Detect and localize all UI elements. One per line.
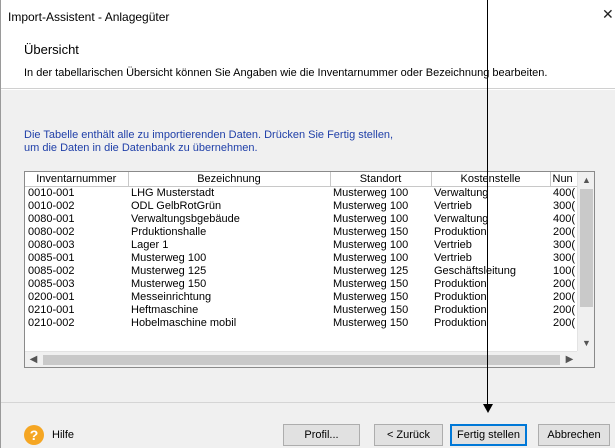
table-cell[interactable]: Lager 1	[128, 239, 330, 252]
table-cell[interactable]: Musterweg 125	[128, 265, 330, 278]
table-cell[interactable]: Musterweg 150	[330, 278, 431, 291]
scroll-right-icon[interactable]: ▶	[561, 352, 578, 367]
info-line-2: um die Daten in die Datenbank zu überneh…	[24, 142, 258, 154]
table-cell[interactable]: Vertrieb	[431, 239, 550, 252]
table-cell[interactable]: 0210-002	[25, 317, 128, 330]
table-cell[interactable]: Musterweg 100	[330, 200, 431, 213]
table-row[interactable]: 0200-001 Messeinrichtung Musterweg 150 Prod…	[25, 291, 594, 304]
help-icon[interactable]: ?	[24, 425, 44, 445]
table-cell[interactable]: 0085-003	[25, 278, 128, 291]
page-title: Übersicht	[24, 42, 79, 57]
table-cell[interactable]: Musterweg 150	[330, 317, 431, 330]
data-grid[interactable]: Inventarnummer Bezeichnung Standort Kost…	[24, 171, 595, 368]
table-row[interactable]: 0085-001 Musterweg 100 Musterweg 100 Vertri…	[25, 252, 594, 265]
horizontal-scrollbar[interactable]: ◀ ▶	[25, 351, 578, 367]
table-cell[interactable]: 0010-001	[25, 186, 128, 200]
table-row[interactable]: 0080-001 Verwaltungsbgebäude Musterweg 100…	[25, 213, 594, 226]
table-cell[interactable]: Produktion	[431, 226, 550, 239]
table-cell[interactable]: Musterweg 100	[128, 252, 330, 265]
table-cell[interactable]: 0010-002	[25, 200, 128, 213]
column-header-kostenstelle[interactable]: Kostenstelle	[431, 172, 551, 187]
column-header-standort[interactable]: Standort	[330, 172, 432, 187]
profil-button[interactable]: Profil...	[283, 424, 360, 446]
table-cell[interactable]: Musterweg 150	[330, 291, 431, 304]
scrollbar-corner	[577, 351, 594, 367]
vertical-scroll-thumb[interactable]	[580, 189, 593, 307]
table-row[interactable]: 0085-002 Musterweg 125 Musterweg 125 Geschä…	[25, 265, 594, 278]
table-header-row: Inventarnummer Bezeichnung Standort Kost…	[25, 172, 594, 187]
column-header-inventarnummer[interactable]: Inventarnummer	[25, 172, 129, 187]
table-cell[interactable]: 0080-002	[25, 226, 128, 239]
table-cell[interactable]: Produktion	[431, 304, 550, 317]
table-row[interactable]: 0010-001 LHG Musterstadt Musterweg 100 Verw…	[25, 186, 594, 200]
table-cell[interactable]: 0085-002	[25, 265, 128, 278]
table-cell[interactable]: Messeinrichtung	[128, 291, 330, 304]
table-cell[interactable]: Musterweg 150	[330, 304, 431, 317]
table-cell[interactable]: 0080-001	[25, 213, 128, 226]
table-row[interactable]: 0210-001 Heftmaschine Musterweg 150 Produkt…	[25, 304, 594, 317]
annotation-arrow-line	[487, 0, 488, 405]
table-cell[interactable]: Hobelmaschine mobil	[128, 317, 330, 330]
table-cell[interactable]: 0085-001	[25, 252, 128, 265]
table-cell[interactable]: Produktion	[431, 317, 550, 330]
table-cell[interactable]: 0210-001	[25, 304, 128, 317]
table-cell[interactable]: Musterweg 150	[128, 278, 330, 291]
cancel-button[interactable]: Abbrechen	[538, 424, 610, 446]
help-label[interactable]: Hilfe	[52, 429, 74, 441]
wizard-body: Die Tabelle enthält alle zu importierend…	[1, 90, 615, 402]
table-cell[interactable]: Musterweg 150	[330, 226, 431, 239]
vertical-scrollbar[interactable]: ▲ ▼	[577, 172, 594, 352]
horizontal-scroll-thumb[interactable]	[43, 355, 560, 365]
table-cell[interactable]: 0080-003	[25, 239, 128, 252]
close-icon[interactable]: ✕	[602, 6, 615, 24]
import-wizard-window: Import-Assistent - Anlagegüter ✕ Übersic…	[0, 0, 615, 448]
table-cell[interactable]: Musterweg 100	[330, 186, 431, 200]
scroll-left-icon[interactable]: ◀	[25, 352, 42, 367]
table-cell[interactable]: Musterweg 100	[330, 252, 431, 265]
annotation-arrow-head	[483, 404, 493, 413]
table-cell[interactable]: Vertrieb	[431, 200, 550, 213]
window-title: Import-Assistent - Anlagegüter	[8, 10, 170, 24]
table-row[interactable]: 0080-002 Prduktionshalle Musterweg 150 Prod…	[25, 226, 594, 239]
table-cell[interactable]: Vertrieb	[431, 252, 550, 265]
scroll-down-icon[interactable]: ▼	[578, 335, 594, 352]
back-button[interactable]: < Zurück	[374, 424, 443, 446]
info-line-1: Die Tabelle enthält alle zu importierend…	[24, 129, 394, 141]
table-row[interactable]: 0080-003 Lager 1 Musterweg 100 Vertrieb 300(	[25, 239, 594, 252]
table-row[interactable]: 0210-002 Hobelmaschine mobil Musterweg 150…	[25, 317, 594, 330]
wizard-header: Übersicht In der tabellarischen Übersich…	[1, 31, 615, 89]
column-header-bezeichnung[interactable]: Bezeichnung	[128, 172, 331, 187]
table-cell[interactable]: Verwaltung	[431, 186, 550, 200]
table-cell[interactable]: Prduktionshalle	[128, 226, 330, 239]
wizard-footer: ? Hilfe Profil... < Zurück Fertig stelle…	[1, 402, 615, 448]
table-row[interactable]: 0010-002 ODL GelbRotGrün Musterweg 100 Vert…	[25, 200, 594, 213]
table-cell[interactable]: Musterweg 100	[330, 239, 431, 252]
table-cell[interactable]: LHG Musterstadt	[128, 186, 330, 200]
table-cell[interactable]: ODL GelbRotGrün	[128, 200, 330, 213]
table-cell[interactable]: Heftmaschine	[128, 304, 330, 317]
page-description: In der tabellarischen Übersicht können S…	[24, 67, 548, 79]
table-cell[interactable]: Musterweg 125	[330, 265, 431, 278]
finish-button[interactable]: Fertig stellen	[450, 424, 527, 446]
table-cell[interactable]: Produktion	[431, 278, 550, 291]
table-cell[interactable]: Musterweg 100	[330, 213, 431, 226]
title-bar: Import-Assistent - Anlagegüter ✕	[1, 0, 615, 31]
table-body: 0010-001 LHG Musterstadt Musterweg 100 Verw…	[25, 186, 594, 330]
table-cell[interactable]: 0200-001	[25, 291, 128, 304]
table-cell[interactable]: Geschäftsleitung	[431, 265, 550, 278]
table-cell[interactable]: Verwaltung	[431, 213, 550, 226]
info-text: Die Tabelle enthält alle zu importierend…	[24, 129, 393, 155]
table-cell[interactable]: Produktion	[431, 291, 550, 304]
data-table: Inventarnummer Bezeichnung Standort Kost…	[25, 172, 594, 330]
table-cell[interactable]: Verwaltungsbgebäude	[128, 213, 330, 226]
table-row[interactable]: 0085-003 Musterweg 150 Musterweg 150 Produk…	[25, 278, 594, 291]
scroll-up-icon[interactable]: ▲	[578, 172, 594, 189]
